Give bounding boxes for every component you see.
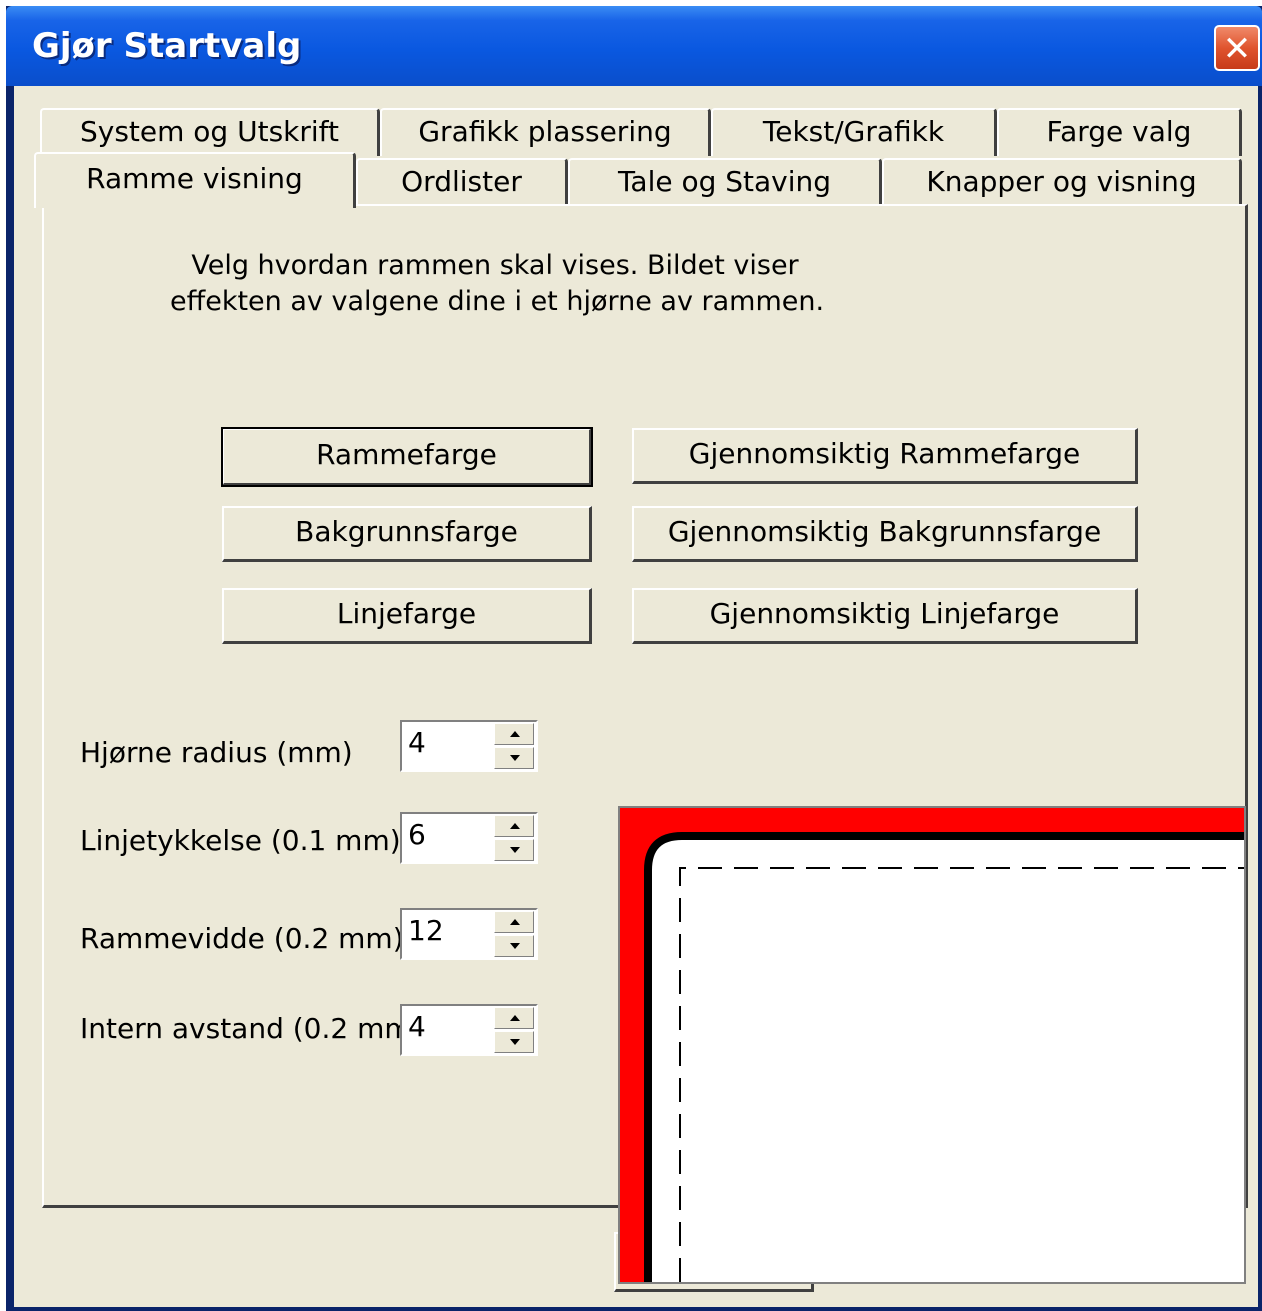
tab-tekst-grafikk[interactable]: Tekst/Grafikk xyxy=(711,108,997,156)
transparent-line-color-button[interactable]: Gjennomsiktig Linjefarge xyxy=(632,588,1138,644)
corner-radius-label: Hjørne radius (mm) xyxy=(80,736,353,769)
frame-width-value[interactable]: 12 xyxy=(408,914,444,947)
corner-radius-increment[interactable] xyxy=(494,723,534,745)
tab-tale-og-staving[interactable]: Tale og Staving xyxy=(568,158,882,206)
tab-farge-valg[interactable]: Farge valg xyxy=(997,108,1242,156)
transparent-frame-color-button[interactable]: Gjennomsiktig Rammefarge xyxy=(632,428,1138,484)
arrow-up-icon xyxy=(510,731,520,737)
frame-color-button[interactable]: Rammefarge xyxy=(221,427,593,487)
frame-width-stepper[interactable]: 12 xyxy=(400,908,538,960)
internal-spacing-stepper[interactable]: 4 xyxy=(400,1004,538,1056)
tab-system-og-utskrift[interactable]: System og Utskrift xyxy=(40,108,380,156)
title-bar[interactable]: Gjør Startvalg ✕ xyxy=(6,6,1262,86)
dialog-window: Gjør Startvalg ✕ System og Utskrift Graf… xyxy=(6,6,1262,1311)
frame-corner-preview xyxy=(620,808,1244,1282)
arrow-up-icon xyxy=(510,1015,520,1021)
arrow-up-icon xyxy=(510,823,520,829)
corner-radius-decrement[interactable] xyxy=(494,747,534,769)
line-color-button[interactable]: Linjefarge xyxy=(222,588,592,644)
arrow-up-icon xyxy=(510,919,520,925)
tab-grafikk-plassering[interactable]: Grafikk plassering xyxy=(380,108,711,156)
arrow-down-icon xyxy=(510,847,520,853)
line-thickness-increment[interactable] xyxy=(494,815,534,837)
line-thickness-label: Linjetykkelse (0.1 mm) xyxy=(80,824,401,857)
frame-preview xyxy=(618,806,1246,1284)
close-button[interactable]: ✕ xyxy=(1214,25,1260,71)
line-thickness-decrement[interactable] xyxy=(494,839,534,861)
arrow-down-icon xyxy=(510,943,520,949)
corner-radius-stepper[interactable]: 4 xyxy=(400,720,538,772)
close-icon: ✕ xyxy=(1222,29,1252,69)
ramme-visning-panel: Velg hvordan rammen skal vises. Bildet v… xyxy=(42,204,1248,1284)
transparent-background-color-button[interactable]: Gjennomsiktig Bakgrunnsfarge xyxy=(632,506,1138,562)
corner-radius-value[interactable]: 4 xyxy=(408,726,426,759)
frame-width-increment[interactable] xyxy=(494,911,534,933)
tab-ordlister[interactable]: Ordlister xyxy=(356,158,568,206)
tab-ramme-visning[interactable]: Ramme visning xyxy=(34,152,356,208)
internal-spacing-label: Intern avstand (0.2 mm) xyxy=(80,1012,423,1045)
preview-background xyxy=(620,808,1244,1282)
line-thickness-stepper[interactable]: 6 xyxy=(400,812,538,864)
internal-spacing-increment[interactable] xyxy=(494,1007,534,1029)
instruction-line-1: Velg hvordan rammen skal vises. Bildet v… xyxy=(191,250,799,281)
instruction-line-2: effekten av valgene dine i et hjørne av … xyxy=(170,286,825,317)
dialog-body: System og Utskrift Grafikk plassering Te… xyxy=(14,86,1258,1307)
tab-knapper-og-visning[interactable]: Knapper og visning xyxy=(882,158,1242,206)
arrow-down-icon xyxy=(510,1039,520,1045)
background-color-button[interactable]: Bakgrunnsfarge xyxy=(222,506,592,562)
window-title: Gjør Startvalg xyxy=(32,26,302,66)
line-thickness-value[interactable]: 6 xyxy=(408,818,426,851)
arrow-down-icon xyxy=(510,755,520,761)
frame-width-label: Rammevidde (0.2 mm) xyxy=(80,922,404,955)
internal-spacing-decrement[interactable] xyxy=(494,1031,534,1053)
frame-width-decrement[interactable] xyxy=(494,935,534,957)
internal-spacing-value[interactable]: 4 xyxy=(408,1010,426,1043)
